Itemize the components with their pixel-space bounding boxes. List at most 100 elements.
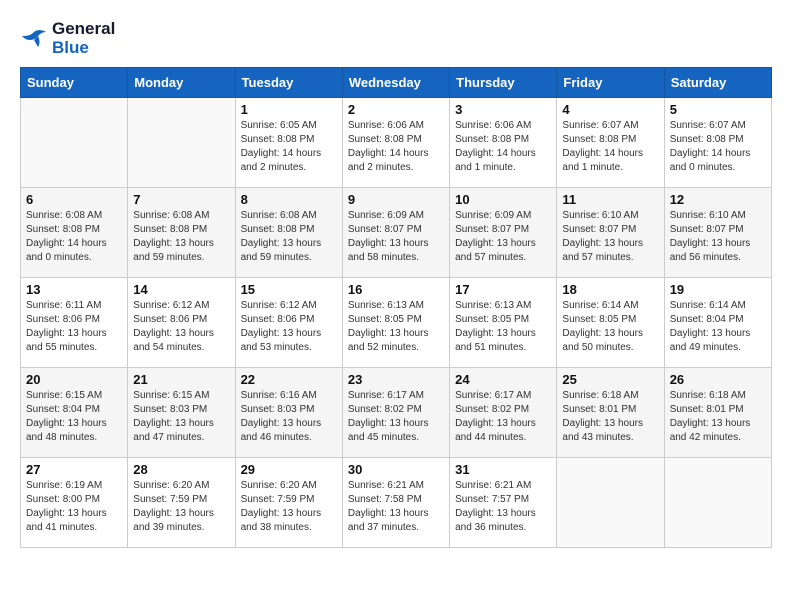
weekday-header-monday: Monday (128, 68, 235, 98)
day-number: 7 (133, 192, 229, 207)
day-number: 27 (26, 462, 122, 477)
calendar-cell: 5 Sunrise: 6:07 AM Sunset: 8:08 PM Daylig… (664, 98, 771, 188)
day-number: 9 (348, 192, 444, 207)
week-row-2: 6 Sunrise: 6:08 AM Sunset: 8:08 PM Daylig… (21, 188, 772, 278)
calendar-cell: 23 Sunrise: 6:17 AM Sunset: 8:02 PM Dayli… (342, 368, 449, 458)
day-info: Sunrise: 6:09 AM Sunset: 8:07 PM Dayligh… (455, 209, 551, 265)
day-info: Sunrise: 6:05 AM Sunset: 8:08 PM Dayligh… (241, 119, 337, 175)
week-row-5: 27 Sunrise: 6:19 AM Sunset: 8:00 PM Dayli… (21, 458, 772, 548)
calendar-cell: 24 Sunrise: 6:17 AM Sunset: 8:02 PM Dayli… (450, 368, 557, 458)
calendar-cell (664, 458, 771, 548)
calendar-cell (21, 98, 128, 188)
day-number: 3 (455, 102, 551, 117)
calendar: SundayMondayTuesdayWednesdayThursdayFrid… (20, 67, 772, 548)
calendar-cell: 7 Sunrise: 6:08 AM Sunset: 8:08 PM Daylig… (128, 188, 235, 278)
week-row-1: 1Sunrise: 6:05 AM Sunset: 8:08 PM Daylig… (21, 98, 772, 188)
day-info: Sunrise: 6:13 AM Sunset: 8:05 PM Dayligh… (348, 299, 444, 355)
day-info: Sunrise: 6:18 AM Sunset: 8:01 PM Dayligh… (562, 389, 658, 445)
day-info: Sunrise: 6:21 AM Sunset: 7:57 PM Dayligh… (455, 479, 551, 535)
calendar-cell: 3 Sunrise: 6:06 AM Sunset: 8:08 PM Daylig… (450, 98, 557, 188)
calendar-cell: 16 Sunrise: 6:13 AM Sunset: 8:05 PM Dayli… (342, 278, 449, 368)
day-info: Sunrise: 6:16 AM Sunset: 8:03 PM Dayligh… (241, 389, 337, 445)
day-number: 28 (133, 462, 229, 477)
day-info: Sunrise: 6:14 AM Sunset: 8:05 PM Dayligh… (562, 299, 658, 355)
day-info: Sunrise: 6:19 AM Sunset: 8:00 PM Dayligh… (26, 479, 122, 535)
day-info: Sunrise: 6:17 AM Sunset: 8:02 PM Dayligh… (455, 389, 551, 445)
calendar-cell: 4 Sunrise: 6:07 AM Sunset: 8:08 PM Daylig… (557, 98, 664, 188)
day-info: Sunrise: 6:08 AM Sunset: 8:08 PM Dayligh… (133, 209, 229, 265)
day-number: 22 (241, 372, 337, 387)
calendar-cell: 21 Sunrise: 6:15 AM Sunset: 8:03 PM Dayli… (128, 368, 235, 458)
day-number: 16 (348, 282, 444, 297)
day-info: Sunrise: 6:08 AM Sunset: 8:08 PM Dayligh… (26, 209, 122, 265)
day-number: 23 (348, 372, 444, 387)
day-info: Sunrise: 6:12 AM Sunset: 8:06 PM Dayligh… (133, 299, 229, 355)
weekday-header-tuesday: Tuesday (235, 68, 342, 98)
day-number: 2 (348, 102, 444, 117)
calendar-cell: 20Sunrise: 6:15 AM Sunset: 8:04 PM Dayli… (21, 368, 128, 458)
day-info: Sunrise: 6:15 AM Sunset: 8:03 PM Dayligh… (133, 389, 229, 445)
calendar-cell: 29Sunrise: 6:20 AM Sunset: 7:59 PM Dayli… (235, 458, 342, 548)
day-info: Sunrise: 6:20 AM Sunset: 7:59 PM Dayligh… (241, 479, 337, 535)
day-number: 6 (26, 192, 122, 207)
day-number: 12 (670, 192, 766, 207)
day-number: 15 (241, 282, 337, 297)
day-number: 14 (133, 282, 229, 297)
day-info: Sunrise: 6:07 AM Sunset: 8:08 PM Dayligh… (670, 119, 766, 175)
calendar-cell: 28 Sunrise: 6:20 AM Sunset: 7:59 PM Dayli… (128, 458, 235, 548)
day-info: Sunrise: 6:10 AM Sunset: 8:07 PM Dayligh… (562, 209, 658, 265)
day-number: 19 (670, 282, 766, 297)
calendar-cell: 30 Sunrise: 6:21 AM Sunset: 7:58 PM Dayli… (342, 458, 449, 548)
calendar-cell: 25 Sunrise: 6:18 AM Sunset: 8:01 PM Dayli… (557, 368, 664, 458)
weekday-header-row: SundayMondayTuesdayWednesdayThursdayFrid… (21, 68, 772, 98)
day-number: 21 (133, 372, 229, 387)
day-info: Sunrise: 6:20 AM Sunset: 7:59 PM Dayligh… (133, 479, 229, 535)
calendar-cell: 8 Sunrise: 6:08 AM Sunset: 8:08 PM Daylig… (235, 188, 342, 278)
calendar-cell: 22 Sunrise: 6:16 AM Sunset: 8:03 PM Dayli… (235, 368, 342, 458)
day-info: Sunrise: 6:21 AM Sunset: 7:58 PM Dayligh… (348, 479, 444, 535)
calendar-cell: 26Sunrise: 6:18 AM Sunset: 8:01 PM Dayli… (664, 368, 771, 458)
calendar-cell: 15 Sunrise: 6:12 AM Sunset: 8:06 PM Dayli… (235, 278, 342, 368)
day-info: Sunrise: 6:10 AM Sunset: 8:07 PM Dayligh… (670, 209, 766, 265)
day-info: Sunrise: 6:18 AM Sunset: 8:01 PM Dayligh… (670, 389, 766, 445)
calendar-cell: 17 Sunrise: 6:13 AM Sunset: 8:05 PM Dayli… (450, 278, 557, 368)
logo-text: General Blue (52, 20, 115, 57)
day-info: Sunrise: 6:06 AM Sunset: 8:08 PM Dayligh… (455, 119, 551, 175)
calendar-cell: 19 Sunrise: 6:14 AM Sunset: 8:04 PM Dayli… (664, 278, 771, 368)
day-info: Sunrise: 6:06 AM Sunset: 8:08 PM Dayligh… (348, 119, 444, 175)
day-info: Sunrise: 6:12 AM Sunset: 8:06 PM Dayligh… (241, 299, 337, 355)
day-info: Sunrise: 6:14 AM Sunset: 8:04 PM Dayligh… (670, 299, 766, 355)
calendar-cell: 13Sunrise: 6:11 AM Sunset: 8:06 PM Dayli… (21, 278, 128, 368)
day-number: 8 (241, 192, 337, 207)
week-row-3: 13Sunrise: 6:11 AM Sunset: 8:06 PM Dayli… (21, 278, 772, 368)
day-number: 25 (562, 372, 658, 387)
day-info: Sunrise: 6:09 AM Sunset: 8:07 PM Dayligh… (348, 209, 444, 265)
day-info: Sunrise: 6:17 AM Sunset: 8:02 PM Dayligh… (348, 389, 444, 445)
calendar-cell: 14 Sunrise: 6:12 AM Sunset: 8:06 PM Dayli… (128, 278, 235, 368)
day-info: Sunrise: 6:13 AM Sunset: 8:05 PM Dayligh… (455, 299, 551, 355)
calendar-cell: 18 Sunrise: 6:14 AM Sunset: 8:05 PM Dayli… (557, 278, 664, 368)
week-row-4: 20Sunrise: 6:15 AM Sunset: 8:04 PM Dayli… (21, 368, 772, 458)
day-info: Sunrise: 6:08 AM Sunset: 8:08 PM Dayligh… (241, 209, 337, 265)
logo: General Blue (20, 20, 115, 57)
calendar-cell: 11Sunrise: 6:10 AM Sunset: 8:07 PM Dayli… (557, 188, 664, 278)
weekday-header-thursday: Thursday (450, 68, 557, 98)
calendar-cell: 12 Sunrise: 6:10 AM Sunset: 8:07 PM Dayli… (664, 188, 771, 278)
day-number: 17 (455, 282, 551, 297)
calendar-cell: 31Sunrise: 6:21 AM Sunset: 7:57 PM Dayli… (450, 458, 557, 548)
day-info: Sunrise: 6:07 AM Sunset: 8:08 PM Dayligh… (562, 119, 658, 175)
day-number: 5 (670, 102, 766, 117)
day-info: Sunrise: 6:11 AM Sunset: 8:06 PM Dayligh… (26, 299, 122, 355)
calendar-cell: 1Sunrise: 6:05 AM Sunset: 8:08 PM Daylig… (235, 98, 342, 188)
day-number: 24 (455, 372, 551, 387)
calendar-cell: 10Sunrise: 6:09 AM Sunset: 8:07 PM Dayli… (450, 188, 557, 278)
calendar-cell: 27 Sunrise: 6:19 AM Sunset: 8:00 PM Dayli… (21, 458, 128, 548)
day-number: 4 (562, 102, 658, 117)
weekday-header-sunday: Sunday (21, 68, 128, 98)
calendar-cell (557, 458, 664, 548)
day-number: 30 (348, 462, 444, 477)
day-number: 20 (26, 372, 122, 387)
calendar-cell: 9 Sunrise: 6:09 AM Sunset: 8:07 PM Daylig… (342, 188, 449, 278)
weekday-header-saturday: Saturday (664, 68, 771, 98)
day-number: 18 (562, 282, 658, 297)
